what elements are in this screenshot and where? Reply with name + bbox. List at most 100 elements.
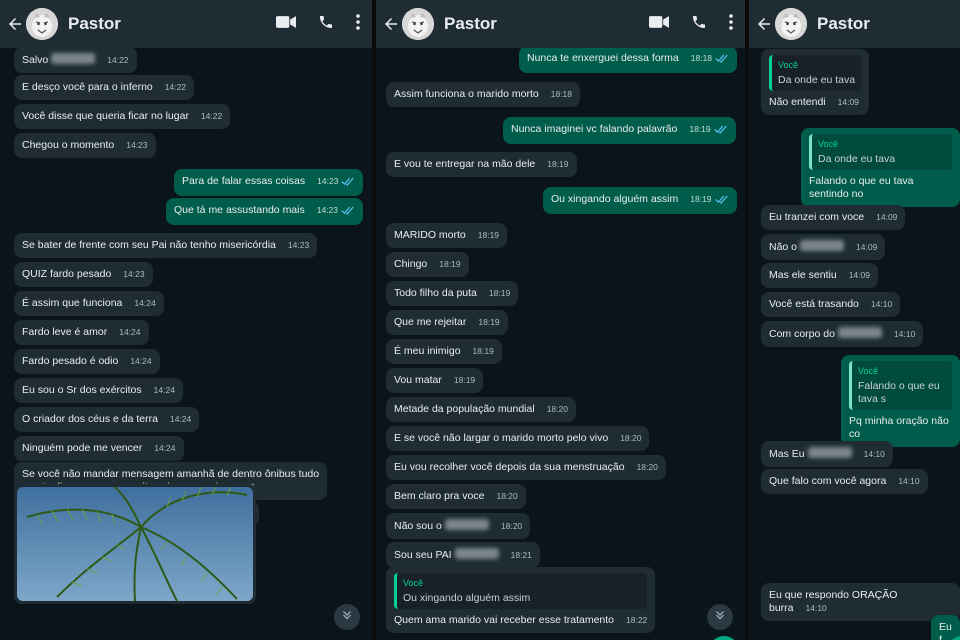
redacted-text [444,519,489,530]
incoming-message[interactable]: Ninguém pode me vencer 14:24 [14,436,184,461]
incoming-message[interactable]: Chingo 18:19 [386,252,469,277]
scroll-down-button[interactable] [707,604,733,630]
incoming-message[interactable]: Fardo pesado é odio 14:24 [14,349,160,374]
incoming-message[interactable]: O criador dos céus e da terra 14:24 [14,407,200,432]
avatar[interactable] [402,8,434,40]
quoted-message[interactable]: Você Da onde eu tava [809,134,952,170]
message-text: E vou te entregar na mão dele [394,158,536,170]
redacted-text [454,548,499,559]
incoming-message[interactable]: Eu tranzei com voce 14:09 [761,205,906,230]
message-time: 14:10 [863,449,885,459]
quoted-message[interactable]: Você Da onde eu tava [769,55,862,91]
message-time: 14:24 [134,298,156,308]
incoming-message[interactable]: É meu inimigo 18:19 [386,339,502,364]
incoming-message[interactable]: Metade da população mundial 18:20 [386,397,576,422]
message-time: 18:20 [496,491,518,501]
message-time: 14:24 [119,327,141,337]
message-time: 14:24 [169,414,192,424]
redacted-text [807,447,852,458]
message-list: Você Da onde eu tava Não entendi 14:09 Você D… [749,0,960,640]
incoming-message[interactable]: Você Ou xingando alguém assim Quem ama mar… [386,567,656,633]
message-time: 14:24 [153,385,175,395]
incoming-message[interactable]: E se você não largar o marido morto pelo… [386,426,650,451]
video-call-icon[interactable] [276,15,296,29]
message-time: 14:23 [126,140,148,150]
quote-text: Ou xingando alguém assim [403,592,531,604]
outgoing-message[interactable]: Você Da onde eu tava Falando o que eu tava… [801,128,960,207]
avatar[interactable] [26,8,58,40]
incoming-message[interactable]: Você disse que queria ficar no lugar 14:2… [14,104,231,129]
outgoing-message[interactable]: Nunca imaginei vc falando palavrão 18:19 [503,117,736,144]
incoming-message[interactable]: Não o 14:09 [761,234,886,260]
back-arrow-icon[interactable] [6,15,24,33]
message-text: Ou xingando alguém assim [551,193,679,205]
message-time: 14:23 [287,240,310,250]
quoted-message[interactable]: Você Falando o que eu tava s [849,361,952,410]
outgoing-message[interactable]: Nunca te enxerguei dessa forma 18:18 [519,46,738,73]
incoming-message[interactable]: Bem claro pra voce 18:20 [386,484,526,509]
message-text: Eu f [939,621,955,640]
scroll-down-button[interactable] [334,604,360,630]
incoming-message[interactable]: Eu que respondo ORAÇÃO burra 14:10 [761,583,960,621]
redacted-text [837,327,882,338]
avatar[interactable] [775,8,807,40]
action-button[interactable] [709,636,739,640]
phone-icon[interactable] [691,14,707,30]
outgoing-message[interactable]: Que tá me assustando mais 14:23 [166,198,364,225]
incoming-message[interactable]: Mas Eu 14:10 [761,441,893,467]
double-check-icon [714,195,729,208]
incoming-message[interactable]: MARIDO morto 18:19 [386,223,508,248]
quote-author: Você [858,366,879,376]
incoming-message[interactable]: QUIZ fardo pesado 14:23 [14,262,153,287]
incoming-message[interactable]: Chegou o momento 14:23 [14,133,156,158]
incoming-message[interactable]: Eu vou recolher você depois da sua menst… [386,455,666,480]
incoming-message[interactable]: Eu sou o Sr dos exércitos 14:24 [14,378,183,403]
message-text: Vou matar [394,374,442,386]
outgoing-message[interactable]: Para de falar essas coisas 14:23 [174,169,364,196]
image-message[interactable] [14,484,256,604]
message-text: É assim que funciona [22,297,123,309]
incoming-message[interactable]: Salvo 14:22 [14,47,137,73]
incoming-message[interactable]: E desço você para o inferno 14:22 [14,75,195,100]
incoming-message[interactable]: E vou te entregar na mão dele 18:19 [386,152,577,177]
incoming-message[interactable]: Que me rejeitar 18:19 [386,310,508,335]
incoming-message[interactable]: Mas ele sentiu 14:09 [761,263,878,288]
more-vert-icon[interactable] [729,14,733,30]
outgoing-message[interactable]: Ou xingando alguém assim 18:19 [543,187,737,214]
message-text: O criador dos céus e da terra [22,413,158,425]
message-time: 18:18 [690,53,713,63]
back-arrow-icon[interactable] [755,15,773,33]
message-time: 18:19 [689,124,711,134]
incoming-message[interactable]: Com corpo do 14:10 [761,321,924,347]
incoming-message[interactable]: Vou matar 18:19 [386,368,484,393]
incoming-message[interactable]: Assim funciona o marido morto 18:18 [386,82,581,107]
video-call-icon[interactable] [649,15,669,29]
message-text: Fardo pesado é odio [22,355,119,367]
outgoing-message[interactable]: Você Falando o que eu tava s Pq minha oraç… [841,355,960,447]
incoming-message[interactable]: É assim que funciona 14:24 [14,291,164,316]
contact-name[interactable]: Pastor [817,14,870,34]
more-vert-icon[interactable] [356,14,360,30]
incoming-message[interactable]: Você Da onde eu tava Não entendi 14:09 [761,49,870,115]
double-check-icon [341,177,355,190]
message-text: Eu tranzei com voce [769,211,865,223]
incoming-message[interactable]: Não sou o 18:20 [386,513,531,539]
double-check-icon [714,125,728,138]
incoming-message[interactable]: Sou seu PAI 18:21 [386,542,540,568]
contact-name[interactable]: Pastor [68,14,121,34]
incoming-message[interactable]: Fardo leve é amor 14:24 [14,320,149,345]
message-time: 18:20 [636,462,658,472]
quoted-message[interactable]: Você Ou xingando alguém assim [394,573,648,609]
incoming-message[interactable]: Que falo com você agora 14:10 [761,469,928,494]
incoming-message[interactable]: Se bater de frente com seu Pai não tenho… [14,233,318,258]
back-arrow-icon[interactable] [382,15,400,33]
message-time: 18:20 [546,404,568,414]
message-time: 14:10 [870,299,893,309]
message-text: E se você não largar o marido morto pelo… [394,432,609,444]
incoming-message[interactable]: Você está trasando 14:10 [761,292,901,317]
incoming-message[interactable]: Todo filho da puta 18:19 [386,281,519,306]
message-text: Eu que respondo ORAÇÃO burra [769,589,901,614]
scroll-down-icon [340,608,354,627]
contact-name[interactable]: Pastor [444,14,497,34]
phone-icon[interactable] [318,14,334,30]
